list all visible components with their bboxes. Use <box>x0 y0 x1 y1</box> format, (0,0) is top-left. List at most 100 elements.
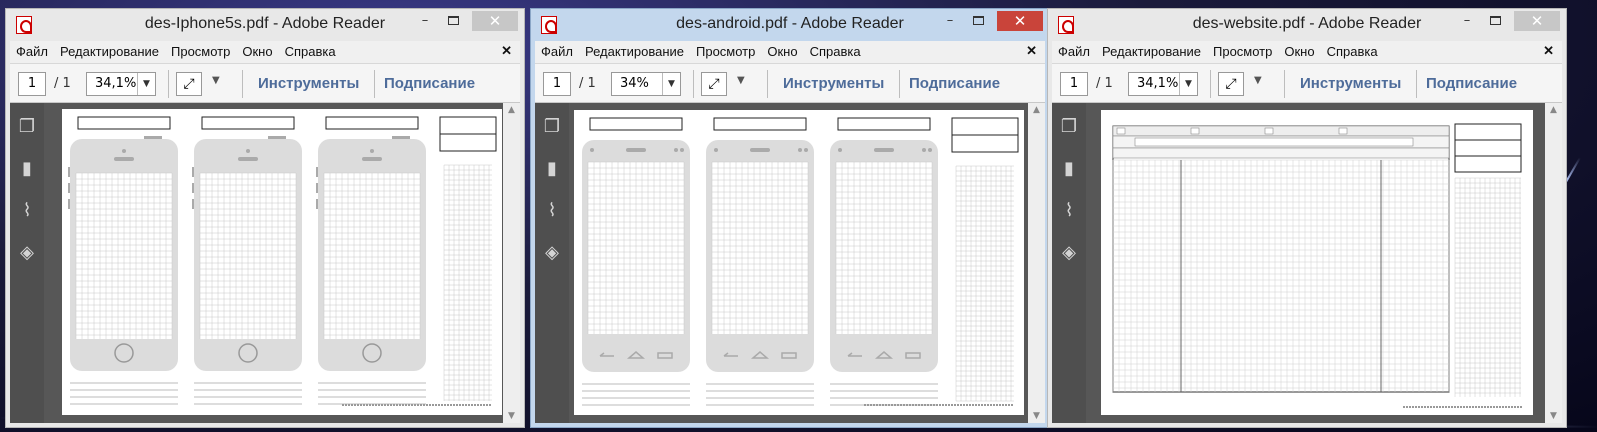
scroll-up-icon[interactable]: ▲ <box>1545 105 1562 115</box>
tab <box>1338 127 1348 135</box>
speaker <box>362 157 382 161</box>
maximize-button[interactable] <box>1480 11 1510 31</box>
minimize-button[interactable]: – <box>935 11 965 31</box>
minimize-icon: – <box>421 13 429 28</box>
sign-pane-link[interactable]: Подписание <box>384 75 475 92</box>
menu-view[interactable]: Просмотр <box>690 41 761 59</box>
zoom-select[interactable]: 34,1% ▼ <box>86 72 156 96</box>
tab-strip <box>1112 125 1450 137</box>
fit-page-button[interactable]: ⤢ <box>176 72 202 96</box>
maximize-button[interactable] <box>963 11 993 31</box>
menu-edit[interactable]: Редактирование <box>1096 41 1207 59</box>
close-button[interactable]: ✕ <box>1514 11 1560 31</box>
fit-page-button[interactable]: ⤢ <box>1218 72 1244 96</box>
title-bar[interactable]: des-website.pdf - Adobe Reader – ✕ <box>1048 9 1566 41</box>
menu-help[interactable]: Справка <box>1321 41 1384 59</box>
sensor-dot <box>804 148 808 152</box>
chevron-down-icon[interactable]: ▼ <box>662 73 680 95</box>
layers-icon[interactable]: ◈ <box>541 241 563 265</box>
volume-button <box>316 199 318 209</box>
volume-button <box>68 183 70 193</box>
title-bar[interactable]: des-Iphone5s.pdf - Adobe Reader – ✕ <box>6 9 524 41</box>
minimize-button[interactable]: – <box>1452 11 1482 31</box>
minimize-button[interactable]: – <box>410 11 440 31</box>
page-number-input[interactable]: 1 <box>543 72 571 96</box>
power-button <box>144 136 162 139</box>
volume-button <box>68 167 70 177</box>
menu-edit[interactable]: Редактирование <box>54 41 165 59</box>
speaker <box>114 157 134 161</box>
maximize-icon <box>1489 16 1501 25</box>
menu-window[interactable]: Окно <box>236 41 278 59</box>
close-document-icon[interactable]: ✕ <box>1543 43 1554 59</box>
layers-icon[interactable]: ◈ <box>1058 241 1080 265</box>
chevron-down-icon[interactable]: ▼ <box>1179 73 1197 95</box>
fit-page-button[interactable]: ⤢ <box>701 72 727 96</box>
menu-file[interactable]: Файл <box>535 41 579 59</box>
page-number-input[interactable]: 1 <box>1060 72 1088 96</box>
maximize-icon <box>447 16 459 25</box>
sign-pane-link[interactable]: Подписание <box>909 75 1000 92</box>
more-tools-icon[interactable]: ▼ <box>737 75 745 86</box>
menu-window[interactable]: Окно <box>1278 41 1320 59</box>
tools-pane-link[interactable]: Инструменты <box>1300 75 1401 92</box>
zoom-value: 34,1% <box>95 76 137 91</box>
document-viewport[interactable]: ▲ ▼ <box>1086 103 1562 423</box>
close-document-icon[interactable]: ✕ <box>1026 43 1037 59</box>
menu-file[interactable]: Файл <box>10 41 54 59</box>
bookmarks-icon[interactable]: ▮ <box>1058 157 1080 181</box>
sign-pane-link[interactable]: Подписание <box>1426 75 1517 92</box>
pages-panel-icon[interactable]: ❐ <box>541 115 563 139</box>
bookmarks-icon[interactable]: ▮ <box>16 157 38 181</box>
reader-window-website[interactable]: des-website.pdf - Adobe Reader – ✕ Файл Р… <box>1047 8 1567 428</box>
scroll-down-icon[interactable]: ▼ <box>1545 411 1562 421</box>
more-tools-icon[interactable]: ▼ <box>1254 75 1262 86</box>
menu-view[interactable]: Просмотр <box>1207 41 1278 59</box>
paperclip-icon[interactable]: ⌇ <box>16 199 38 223</box>
grid <box>443 164 492 401</box>
menu-file[interactable]: Файл <box>1052 41 1096 59</box>
layers-icon[interactable]: ◈ <box>16 241 38 265</box>
scroll-up-icon[interactable]: ▲ <box>1028 105 1045 115</box>
zoom-select[interactable]: 34% ▼ <box>611 72 681 96</box>
menu-view[interactable]: Просмотр <box>165 41 236 59</box>
toolbar-separator <box>168 70 169 98</box>
zoom-select[interactable]: 34,1% ▼ <box>1128 72 1198 96</box>
bookmarks-icon[interactable]: ▮ <box>541 157 563 181</box>
scroll-down-icon[interactable]: ▼ <box>1028 411 1045 421</box>
reader-window-android[interactable]: des-android.pdf - Adobe Reader – ✕ Файл Р… <box>530 8 1050 428</box>
toolbar: 1 / 1 34,1% ▼ ⤢ ▼ Инструменты Подписание <box>1052 63 1562 103</box>
tools-pane-link[interactable]: Инструменты <box>258 75 359 92</box>
document-viewport[interactable]: ▲ ▼ <box>44 103 520 423</box>
close-button[interactable]: ✕ <box>997 11 1043 31</box>
tools-pane-link[interactable]: Инструменты <box>783 75 884 92</box>
scroll-down-icon[interactable]: ▼ <box>503 411 520 421</box>
menu-help[interactable]: Справка <box>804 41 867 59</box>
fit-page-icon: ⤢ <box>1225 76 1237 92</box>
navigation-sidebar: ❐ ▮ ⌇ ◈ <box>535 103 569 423</box>
pages-panel-icon[interactable]: ❐ <box>1058 115 1080 139</box>
title-bar[interactable]: des-android.pdf - Adobe Reader – ✕ <box>531 9 1049 41</box>
vertical-scrollbar[interactable]: ▲ ▼ <box>1545 103 1562 423</box>
vertical-scrollbar[interactable]: ▲ ▼ <box>503 103 520 423</box>
scroll-up-icon[interactable]: ▲ <box>503 105 520 115</box>
volume-button <box>316 167 318 177</box>
pages-panel-icon[interactable]: ❐ <box>16 115 38 139</box>
menu-window[interactable]: Окно <box>761 41 803 59</box>
page-number-input[interactable]: 1 <box>18 72 46 96</box>
tab <box>1190 127 1200 135</box>
document-viewport[interactable]: ▲ ▼ <box>569 103 1045 423</box>
reader-window-iphone[interactable]: des-Iphone5s.pdf - Adobe Reader – ✕ Файл… <box>5 8 525 428</box>
close-button[interactable]: ✕ <box>472 11 518 31</box>
close-document-icon[interactable]: ✕ <box>501 43 512 59</box>
more-tools-icon[interactable]: ▼ <box>212 75 220 86</box>
chevron-down-icon[interactable]: ▼ <box>137 73 155 95</box>
menu-edit[interactable]: Редактирование <box>579 41 690 59</box>
label-box <box>77 116 171 130</box>
vertical-scrollbar[interactable]: ▲ ▼ <box>1028 103 1045 423</box>
menu-help[interactable]: Справка <box>279 41 342 59</box>
paperclip-icon[interactable]: ⌇ <box>1058 199 1080 223</box>
menu-bar: Файл Редактирование Просмотр Окно Справка ✕ <box>535 41 1045 63</box>
maximize-button[interactable] <box>438 11 468 31</box>
paperclip-icon[interactable]: ⌇ <box>541 199 563 223</box>
